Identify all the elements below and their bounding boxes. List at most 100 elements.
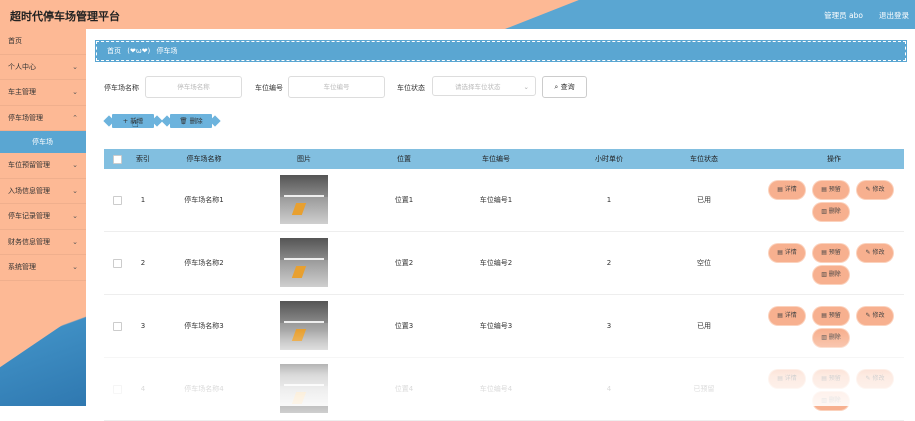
number-filter-input[interactable]: 车位编号 <box>288 76 385 98</box>
row-index: 4 <box>140 385 146 393</box>
chevron-up-icon: ⌃ <box>72 113 78 122</box>
parking-table: 索引 停车场名称 图片 位置 车位编号 小时单价 车位状态 操作 1 停车场名称1… <box>104 149 904 421</box>
row-number: 车位编号4 <box>479 385 513 393</box>
status-filter-select[interactable]: 请选择车位状态 ⌄ <box>432 76 536 96</box>
col-price: 小时单价 <box>595 155 623 163</box>
breadcrumb-separator: (❤ω❤) <box>127 47 151 55</box>
main-content: 首页 (❤ω❤) 停车场 停车场名称 停车场名称 车位编号 车位编号 车位状态 … <box>86 29 915 421</box>
detail-button[interactable]: ▤ 详情 <box>771 309 803 323</box>
document-icon: ▤ <box>821 249 829 256</box>
row-checkbox[interactable] <box>113 385 122 394</box>
row-price: 3 <box>606 322 612 330</box>
edit-button[interactable]: ✎ 修改 <box>859 246 891 260</box>
reserve-button[interactable]: ▤ 预留 <box>815 372 847 386</box>
status-filter-label: 车位状态 <box>397 84 425 92</box>
document-icon: ▤ <box>777 375 785 382</box>
top-header: 超时代停车场管理平台 管理员 abo 退出登录 <box>0 0 915 29</box>
parking-photo <box>280 301 328 350</box>
trash-icon: ▥ <box>821 397 829 404</box>
detail-button[interactable]: ▤ 详情 <box>771 372 803 386</box>
parking-photo <box>280 175 328 224</box>
chevron-down-icon: ⌄ <box>72 161 78 169</box>
edit-button[interactable]: ✎ 修改 <box>859 372 891 386</box>
search-icon: ⌕ <box>554 83 559 91</box>
sidebar-item-profile[interactable]: 个人中心 ⌄ <box>0 55 86 80</box>
reserve-button[interactable]: ▤ 预留 <box>815 309 847 323</box>
breadcrumb-home[interactable]: 首页 <box>107 47 121 55</box>
col-actions: 操作 <box>827 155 841 163</box>
row-price: 4 <box>606 385 612 393</box>
row-checkbox[interactable] <box>113 259 122 268</box>
sidebar-decoration <box>0 309 86 406</box>
number-filter-label: 车位编号 <box>255 84 283 92</box>
row-name: 停车场名称4 <box>184 385 224 393</box>
sidebar-item-parking[interactable]: 停车场管理 ⌃ <box>0 106 86 131</box>
col-image: 图片 <box>297 155 311 163</box>
chevron-down-icon: ⌄ <box>72 186 78 195</box>
row-index: 1 <box>140 196 146 204</box>
col-status: 车位状态 <box>690 155 718 163</box>
chevron-down-icon: ⌄ <box>72 237 78 246</box>
row-location: 位置1 <box>394 196 414 204</box>
name-filter-input[interactable]: 停车场名称 <box>145 76 242 98</box>
mouse-pointer-icon: ☝ <box>132 117 139 130</box>
chevron-down-icon: ⌄ <box>72 212 78 220</box>
row-name: 停车场名称1 <box>184 196 224 204</box>
sidebar-item-reservations[interactable]: 车位预留管理 ⌄ <box>0 153 86 179</box>
edit-button[interactable]: ✎ 修改 <box>859 309 891 323</box>
row-checkbox[interactable] <box>113 196 122 205</box>
sidebar-item-home[interactable]: 首页 <box>0 29 86 55</box>
detail-button[interactable]: ▤ 详情 <box>771 246 803 260</box>
row-price: 1 <box>606 196 612 204</box>
edit-button[interactable]: ✎ 修改 <box>859 183 891 197</box>
chevron-down-icon: ⌄ <box>72 88 78 96</box>
query-button[interactable]: ⌕ 查询 <box>542 76 587 98</box>
sidebar-subitem-parking-lot[interactable]: 停车场 <box>0 131 86 153</box>
table-row: 3 停车场名称3 位置3 车位编号3 3 已用 ▤ 详情 ▤ 预留 ✎ 修改 ▥ 删除 <box>104 295 904 358</box>
select-all-checkbox[interactable] <box>113 155 122 164</box>
row-location: 位置3 <box>394 322 414 330</box>
delete-button[interactable]: ▥ 删除 <box>815 205 847 219</box>
table-row: 4 停车场名称4 位置4 车位编号4 4 已预留 ▤ 详情 ▤ 预留 ✎ 修改 ▥ 删除 <box>104 358 904 421</box>
batch-delete-button[interactable]: 🗑 删除 <box>170 114 212 128</box>
reserve-button[interactable]: ▤ 预留 <box>815 246 847 260</box>
name-filter-label: 停车场名称 <box>104 84 139 92</box>
document-icon: ▤ <box>821 186 829 193</box>
delete-button[interactable]: ▥ 删除 <box>815 331 847 345</box>
row-number: 车位编号1 <box>479 196 513 204</box>
table-header: 索引 停车场名称 图片 位置 车位编号 小时单价 车位状态 操作 <box>104 149 904 169</box>
row-number: 车位编号3 <box>479 322 513 330</box>
sidebar-item-system[interactable]: 系统管理 ⌄ <box>0 255 86 281</box>
col-number: 车位编号 <box>482 155 510 163</box>
detail-button[interactable]: ▤ 详情 <box>771 183 803 197</box>
row-status: 已用 <box>697 322 711 330</box>
row-index: 2 <box>140 259 146 267</box>
table-row: 1 停车场名称1 位置1 车位编号1 1 已用 ▤ 详情 ▤ 预留 ✎ 修改 ▥ 删除 <box>104 169 904 232</box>
plus-icon: + <box>122 117 129 125</box>
sidebar-item-records[interactable]: 停车记录管理 ⌄ <box>0 204 86 230</box>
document-icon: ▤ <box>777 312 785 319</box>
row-index: 3 <box>140 322 146 330</box>
row-checkbox[interactable] <box>113 322 122 331</box>
row-price: 2 <box>606 259 612 267</box>
table-row: 2 停车场名称2 位置2 车位编号2 2 空位 ▤ 详情 ▤ 预留 ✎ 修改 ▥ 删除 <box>104 232 904 295</box>
col-location: 位置 <box>397 155 411 163</box>
sidebar: 首页 个人中心 ⌄ 车主管理 ⌄ 停车场管理 ⌃ 停车场 车位预留管理 ⌄ 入场信息管理… <box>0 29 86 406</box>
sidebar-item-entries[interactable]: 入场信息管理 ⌄ <box>0 179 86 204</box>
current-user: 管理员 abo <box>824 11 863 20</box>
trash-icon: 🗑 <box>179 117 188 125</box>
chevron-down-icon: ⌄ <box>72 263 78 271</box>
row-status: 已预留 <box>693 385 715 393</box>
sidebar-item-owners[interactable]: 车主管理 ⌄ <box>0 80 86 106</box>
reserve-button[interactable]: ▤ 预留 <box>815 183 847 197</box>
document-icon: ▤ <box>821 375 829 382</box>
row-number: 车位编号2 <box>479 259 513 267</box>
document-icon: ▤ <box>777 186 785 193</box>
trash-icon: ▥ <box>821 271 829 278</box>
trash-icon: ▥ <box>821 334 829 341</box>
row-location: 位置2 <box>394 259 414 267</box>
logout-link[interactable]: 退出登录 <box>879 10 909 21</box>
sidebar-item-finance[interactable]: 财务信息管理 ⌄ <box>0 230 86 255</box>
row-name: 停车场名称3 <box>184 322 224 330</box>
delete-button[interactable]: ▥ 删除 <box>815 268 847 282</box>
